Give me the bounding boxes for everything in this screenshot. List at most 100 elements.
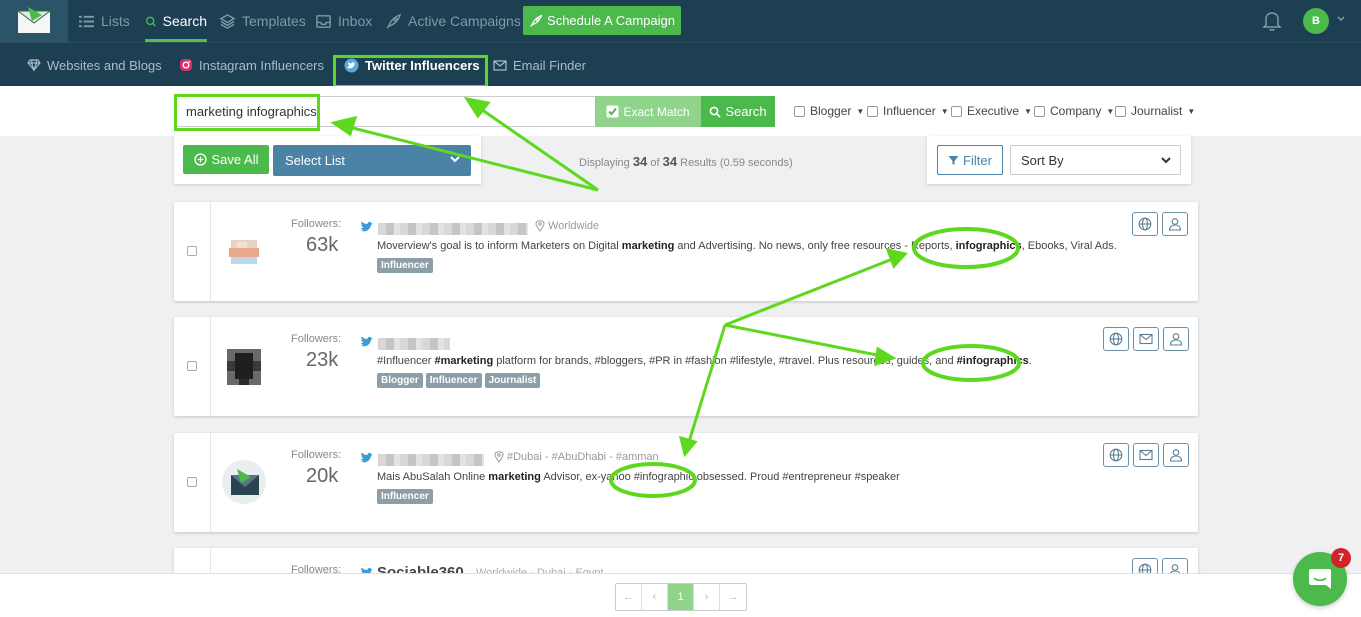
search-icon bbox=[709, 106, 721, 118]
followers-label: Followers: bbox=[291, 218, 342, 230]
tag-badge: Influencer bbox=[425, 373, 482, 388]
sort-by-select[interactable]: Sort By bbox=[1010, 145, 1181, 175]
layers-icon bbox=[219, 13, 236, 29]
email-button[interactable] bbox=[1133, 443, 1159, 467]
sub-navbar: Websites and Blogs Instagram Influencers… bbox=[0, 42, 1361, 86]
nav-lists[interactable]: Lists bbox=[78, 0, 130, 42]
website-button[interactable] bbox=[1103, 443, 1129, 467]
nav-inbox-label: Inbox bbox=[338, 13, 373, 29]
tag-badge: Influencer bbox=[377, 258, 433, 273]
caret-down-icon: ▼ bbox=[940, 106, 949, 116]
profile-picture[interactable] bbox=[221, 228, 267, 274]
result-select-checkbox[interactable] bbox=[187, 477, 197, 487]
plus-circle-icon bbox=[193, 153, 207, 166]
chevron-down-icon[interactable] bbox=[1336, 14, 1346, 24]
caret-down-icon: ▼ bbox=[856, 106, 865, 116]
website-button[interactable] bbox=[1132, 212, 1158, 236]
user-avatar[interactable]: B bbox=[1303, 8, 1329, 34]
globe-icon bbox=[1109, 332, 1123, 346]
nav-active-campaigns-label: Active Campaigns bbox=[408, 13, 521, 29]
bell-icon[interactable] bbox=[1262, 10, 1282, 32]
card-actions bbox=[1103, 327, 1189, 351]
profile-button[interactable] bbox=[1163, 443, 1189, 467]
page-current[interactable]: 1 bbox=[668, 584, 694, 610]
result-card: Followers: 63k Worldwide Moverview's goa… bbox=[174, 202, 1198, 301]
location: #Dubai - #AbuDhabi - #amman bbox=[494, 451, 659, 463]
profile-picture[interactable] bbox=[221, 459, 267, 505]
twitter-icon bbox=[360, 452, 373, 463]
result-select-checkbox[interactable] bbox=[187, 361, 197, 371]
select-list-dropdown[interactable]: Select List bbox=[273, 145, 471, 176]
location-text: #Dubai - #AbuDhabi - #amman bbox=[507, 451, 659, 463]
filter-blogger[interactable]: Blogger ▼ bbox=[794, 104, 864, 118]
profile-button[interactable] bbox=[1162, 212, 1188, 236]
filter-influencer[interactable]: Influencer ▼ bbox=[867, 104, 949, 118]
filter-executive[interactable]: Executive ▼ bbox=[951, 104, 1032, 118]
website-button[interactable] bbox=[1103, 327, 1129, 351]
bio: Moverview's goal is to inform Marketers … bbox=[377, 240, 1117, 252]
twitter-handle-blurred[interactable] bbox=[378, 223, 528, 235]
nav-templates[interactable]: Templates bbox=[219, 0, 306, 42]
inbox-icon bbox=[316, 14, 331, 28]
filter-influencer-checkbox[interactable] bbox=[867, 105, 878, 117]
filter-company[interactable]: Company ▼ bbox=[1034, 104, 1114, 118]
envelope-icon bbox=[1139, 333, 1153, 345]
email-button[interactable] bbox=[1133, 327, 1159, 351]
bio-text: Mais AbuSalah Online bbox=[377, 471, 489, 483]
tab-websites-and-blogs[interactable]: Websites and Blogs bbox=[27, 43, 162, 87]
filter-journalist-label: Journalist bbox=[1131, 104, 1183, 118]
exact-match-toggle[interactable]: Exact Match bbox=[595, 96, 701, 127]
page-next[interactable]: › bbox=[694, 584, 720, 610]
globe-icon bbox=[1109, 448, 1123, 462]
pagination: ← ‹ 1 › → bbox=[615, 583, 747, 611]
result-select-checkbox[interactable] bbox=[187, 246, 197, 256]
bio-keyword: #infographics bbox=[956, 355, 1029, 367]
app-logo[interactable] bbox=[0, 0, 68, 42]
user-icon bbox=[1169, 333, 1183, 346]
bio-keyword: marketing bbox=[621, 240, 675, 252]
chevron-down-icon bbox=[1161, 157, 1171, 164]
twitter-icon bbox=[360, 336, 373, 347]
nav-search[interactable]: Search bbox=[145, 0, 207, 42]
followers-count: 63k bbox=[306, 234, 339, 256]
followers-label: Followers: bbox=[291, 333, 342, 345]
of-label: of bbox=[650, 157, 660, 169]
followers-label: Followers: bbox=[291, 449, 342, 461]
filter-executive-label: Executive bbox=[967, 104, 1020, 118]
tab-email-finder[interactable]: Email Finder bbox=[493, 43, 586, 87]
profile-button[interactable] bbox=[1163, 327, 1189, 351]
page-prev[interactable]: ‹ bbox=[642, 584, 668, 610]
save-all-button[interactable]: Save All bbox=[183, 145, 269, 174]
results-shown: 34 bbox=[632, 154, 648, 169]
bio-keyword: marketing bbox=[488, 471, 541, 483]
rocket-icon bbox=[530, 14, 543, 27]
filter-journalist-checkbox[interactable] bbox=[1115, 105, 1126, 117]
search-button[interactable]: Search bbox=[701, 96, 775, 127]
chevron-down-icon bbox=[450, 156, 460, 163]
filter-executive-checkbox[interactable] bbox=[951, 105, 962, 117]
checkbox-checked-icon bbox=[606, 105, 619, 118]
card-divider bbox=[210, 317, 211, 416]
location-text: Worldwide bbox=[548, 220, 600, 232]
schedule-campaign-button[interactable]: Schedule A Campaign bbox=[523, 6, 681, 35]
user-icon bbox=[1169, 449, 1183, 462]
page-first[interactable]: ← bbox=[616, 584, 642, 610]
chat-icon bbox=[1309, 569, 1331, 589]
profile-picture[interactable] bbox=[221, 343, 267, 389]
twitter-handle-blurred[interactable] bbox=[378, 454, 484, 466]
result-card: Followers: 23k #Influencer #marketing pl… bbox=[174, 317, 1198, 416]
tag-list: Influencer bbox=[377, 258, 433, 273]
page-last[interactable]: → bbox=[720, 584, 746, 610]
filter-company-checkbox[interactable] bbox=[1034, 105, 1045, 117]
avatar-initial: B bbox=[1312, 15, 1320, 27]
nav-inbox[interactable]: Inbox bbox=[315, 0, 372, 42]
nav-active-campaigns[interactable]: Active Campaigns bbox=[385, 0, 521, 42]
results-suffix: Results (0.59 seconds) bbox=[680, 157, 793, 169]
search-icon bbox=[145, 16, 156, 26]
twitter-handle-blurred[interactable] bbox=[378, 338, 450, 350]
filter-button[interactable]: Filter bbox=[937, 145, 1003, 175]
filter-blogger-checkbox[interactable] bbox=[794, 105, 805, 117]
filter-journalist[interactable]: Journalist ▼ bbox=[1115, 104, 1195, 118]
tab-instagram-influencers[interactable]: Instagram Influencers bbox=[179, 43, 324, 87]
select-list-label: Select List bbox=[285, 153, 345, 168]
